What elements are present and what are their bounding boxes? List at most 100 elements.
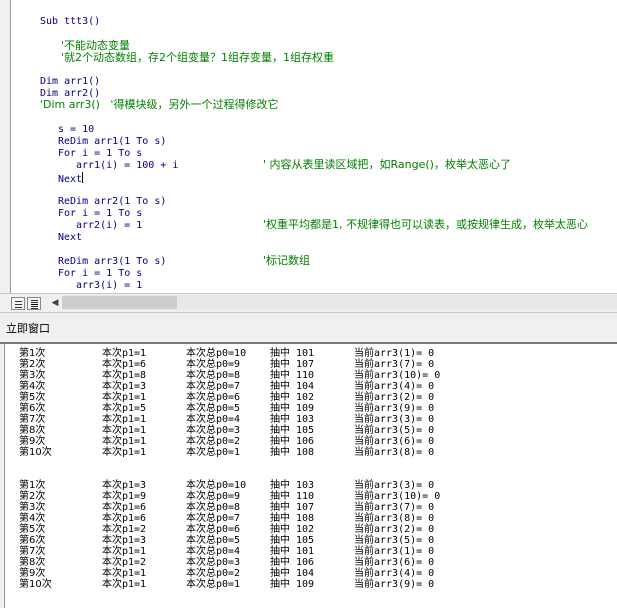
picked-value: 抽中 107 bbox=[270, 502, 315, 513]
output-row: 第5次 本次p1=2 本次总p0=6 抽中 102 当前arr3(2)= 0 bbox=[5, 524, 617, 535]
output-row: 第8次 本次p1=1 本次总p0=3 抽中 105 当前arr3(5)= 0 bbox=[5, 425, 617, 436]
p1-value: 本次p1=1 bbox=[102, 414, 147, 425]
picked-value: 抽中 106 bbox=[270, 436, 315, 447]
output-row: 第6次 本次p1=5 本次总p0=5 抽中 109 当前arr3(9)= 0 bbox=[5, 403, 617, 414]
full-module-view-button[interactable] bbox=[27, 297, 41, 310]
p0-total: 本次总p0=4 bbox=[186, 414, 241, 425]
arr3-state: 当前arr3(6)= 0 bbox=[354, 557, 435, 568]
immediate-window-titlebar[interactable]: 立即窗口 bbox=[0, 312, 617, 342]
round-label: 第2次 bbox=[19, 491, 46, 502]
p0-total: 本次总p0=7 bbox=[186, 381, 241, 392]
round-label: 第5次 bbox=[19, 524, 46, 535]
p1-value: 本次p1=9 bbox=[102, 491, 147, 502]
output-row: 第3次 本次p1=8 本次总p0=8 抽中 110 当前arr3(10)= 0 bbox=[5, 370, 617, 381]
arr3-state: 当前arr3(3)= 0 bbox=[354, 414, 435, 425]
p1-value: 本次p1=1 bbox=[102, 348, 147, 359]
arr3-state: 当前arr3(5)= 0 bbox=[354, 425, 435, 436]
code-line[interactable]: Dim arr1() bbox=[40, 76, 100, 88]
picked-value: 抽中 103 bbox=[270, 480, 315, 491]
immediate-window-output[interactable]: 第1次 本次p1=1 本次总p0=10 抽中 101 当前arr3(1)= 0 第2次 本次… bbox=[4, 344, 617, 608]
round-label: 第3次 bbox=[19, 502, 46, 513]
procedure-view-button[interactable] bbox=[11, 297, 25, 310]
output-row: 第8次 本次p1=2 本次总p0=3 抽中 106 当前arr3(6)= 0 bbox=[5, 557, 617, 568]
horizontal-scrollbar-thumb[interactable] bbox=[62, 296, 177, 309]
p0-total: 本次总p0=9 bbox=[186, 491, 241, 502]
picked-value: 抽中 104 bbox=[270, 381, 315, 392]
arr3-state: 当前arr3(1)= 0 bbox=[354, 546, 435, 557]
comment-line[interactable]: '权重平均都是1, 不规律得也可以读表，或按规律生成，枚举太恶心 bbox=[263, 219, 588, 231]
code-window[interactable]: Sub ttt3() '不能动态变量 '就2个动态数组，存2个组变量？1组存变量… bbox=[11, 0, 617, 293]
output-row: 第3次 本次p1=6 本次总p0=8 抽中 107 当前arr3(7)= 0 bbox=[5, 502, 617, 513]
p0-total: 本次总p0=6 bbox=[186, 392, 241, 403]
p1-value: 本次p1=1 bbox=[102, 579, 147, 590]
code-line[interactable]: s = 10 bbox=[58, 124, 94, 136]
code-line[interactable]: Sub ttt3() bbox=[40, 16, 100, 28]
output-row: 第9次 本次p1=1 本次总p0=2 抽中 104 当前arr3(4)= 0 bbox=[5, 568, 617, 579]
p0-total: 本次总p0=3 bbox=[186, 425, 241, 436]
code-line[interactable]: For i = 1 To s bbox=[58, 268, 142, 280]
code-line[interactable]: ReDim arr2(1 To s) bbox=[58, 196, 166, 208]
output-row: 第10次 本次p1=1 本次总p0=1 抽中 109 当前arr3(9)= 0 bbox=[5, 579, 617, 590]
round-label: 第5次 bbox=[19, 392, 46, 403]
code-line[interactable]: For i = 1 To s bbox=[58, 208, 142, 220]
p1-value: 本次p1=3 bbox=[102, 535, 147, 546]
round-label: 第7次 bbox=[19, 414, 46, 425]
comment-line[interactable]: '就2个动态数组，存2个组变量？1组存变量，1组存权重 bbox=[61, 52, 334, 64]
output-row: 第10次 本次p1=1 本次总p0=1 抽中 108 当前arr3(8)= 0 bbox=[5, 447, 617, 458]
arr3-state: 当前arr3(2)= 0 bbox=[354, 392, 435, 403]
picked-value: 抽中 104 bbox=[270, 568, 315, 579]
code-line[interactable]: ReDim arr1(1 To s) bbox=[58, 136, 166, 148]
output-row: 第4次 本次p1=3 本次总p0=7 抽中 104 当前arr3(4)= 0 bbox=[5, 381, 617, 392]
scroll-left-arrow-icon[interactable]: ◀ bbox=[49, 297, 61, 310]
p1-value: 本次p1=3 bbox=[102, 480, 147, 491]
picked-value: 抽中 101 bbox=[270, 546, 315, 557]
code-line[interactable]: Next bbox=[58, 232, 82, 244]
p1-value: 本次p1=8 bbox=[102, 370, 147, 381]
code-line[interactable]: For i = 1 To s bbox=[58, 148, 142, 160]
round-label: 第4次 bbox=[19, 513, 46, 524]
picked-value: 抽中 109 bbox=[270, 579, 315, 590]
p1-value: 本次p1=1 bbox=[102, 568, 147, 579]
p0-total: 本次总p0=1 bbox=[186, 447, 241, 458]
p1-value: 本次p1=5 bbox=[102, 403, 147, 414]
round-label: 第1次 bbox=[19, 348, 46, 359]
code-line[interactable]: Next bbox=[58, 172, 84, 185]
p1-value: 本次p1=6 bbox=[102, 359, 147, 370]
arr3-state: 当前arr3(7)= 0 bbox=[354, 502, 435, 513]
code-line[interactable]: arr3(i) = 1 bbox=[76, 280, 142, 292]
p1-value: 本次p1=1 bbox=[102, 436, 147, 447]
output-row: 第1次 本次p1=1 本次总p0=10 抽中 101 当前arr3(1)= 0 bbox=[5, 348, 617, 359]
p0-total: 本次总p0=8 bbox=[186, 502, 241, 513]
picked-value: 抽中 110 bbox=[270, 370, 315, 381]
code-line[interactable]: arr2(i) = 1 bbox=[76, 220, 142, 232]
margin-indicator-bar[interactable] bbox=[0, 0, 10, 293]
round-label: 第1次 bbox=[19, 480, 46, 491]
arr3-state: 当前arr3(5)= 0 bbox=[354, 535, 435, 546]
picked-value: 抽中 109 bbox=[270, 403, 315, 414]
round-label: 第6次 bbox=[19, 403, 46, 414]
round-label: 第4次 bbox=[19, 381, 46, 392]
picked-value: 抽中 102 bbox=[270, 524, 315, 535]
p1-value: 本次p1=1 bbox=[102, 447, 147, 458]
output-row: 第5次 本次p1=1 本次总p0=6 抽中 102 当前arr3(2)= 0 bbox=[5, 392, 617, 403]
code-line[interactable]: arr1(i) = 100 + i bbox=[76, 160, 178, 172]
output-row: 第9次 本次p1=1 本次总p0=2 抽中 106 当前arr3(6)= 0 bbox=[5, 436, 617, 447]
code-line[interactable]: ReDim arr3(1 To s) bbox=[58, 256, 166, 268]
arr3-state: 当前arr3(3)= 0 bbox=[354, 480, 435, 491]
output-row: 第2次 本次p1=6 本次总p0=9 抽中 107 当前arr3(7)= 0 bbox=[5, 359, 617, 370]
arr3-state: 当前arr3(10)= 0 bbox=[354, 491, 441, 502]
arr3-state: 当前arr3(9)= 0 bbox=[354, 579, 435, 590]
picked-value: 抽中 105 bbox=[270, 425, 315, 436]
comment-line[interactable]: 'Dim arr3() '得模块级，另外一个过程得修改它 bbox=[40, 99, 278, 111]
output-row: 第7次 本次p1=1 本次总p0=4 抽中 101 当前arr3(1)= 0 bbox=[5, 546, 617, 557]
picked-value: 抽中 110 bbox=[270, 491, 315, 502]
picked-value: 抽中 108 bbox=[270, 447, 315, 458]
comment-line[interactable]: ' 内容从表里读区域把，如Range()，枚举太恶心了 bbox=[263, 159, 511, 171]
output-row: 第2次 本次p1=9 本次总p0=9 抽中 110 当前arr3(10)= 0 bbox=[5, 491, 617, 502]
round-label: 第2次 bbox=[19, 359, 46, 370]
arr3-state: 当前arr3(7)= 0 bbox=[354, 359, 435, 370]
comment-line[interactable]: '标记数组 bbox=[263, 255, 310, 267]
p0-total: 本次总p0=3 bbox=[186, 557, 241, 568]
round-label: 第6次 bbox=[19, 535, 46, 546]
picked-value: 抽中 103 bbox=[270, 414, 315, 425]
